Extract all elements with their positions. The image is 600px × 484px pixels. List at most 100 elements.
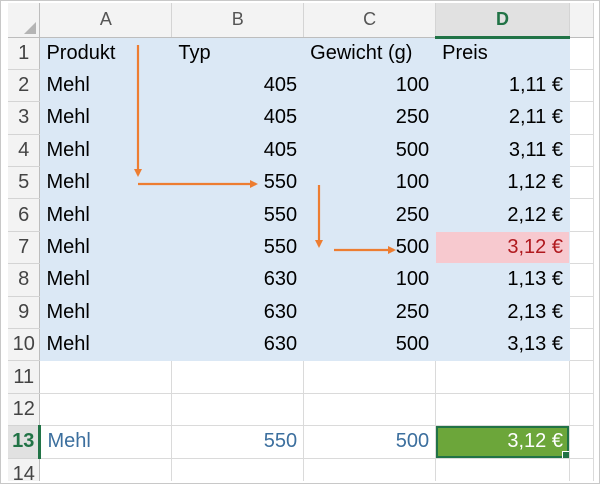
row-header-10[interactable]: 10 (8, 328, 41, 362)
sheet-row: 8 Mehl 630 100 1,13 € (8, 263, 594, 297)
column-header-c[interactable]: C (303, 3, 437, 38)
row-header-9[interactable]: 9 (8, 296, 41, 330)
row-header-6[interactable]: 6 (8, 198, 41, 232)
cell-c10[interactable]: 500 (303, 328, 437, 362)
cell-b1[interactable]: Typ (171, 37, 305, 70)
row-header-2[interactable]: 2 (8, 69, 41, 103)
column-header-b[interactable]: B (171, 3, 305, 38)
cell-a9[interactable]: Mehl (39, 296, 173, 330)
cell-e2[interactable] (569, 69, 594, 103)
cell-a14[interactable] (39, 458, 173, 481)
cell-c8[interactable]: 100 (303, 263, 437, 297)
cell-b9[interactable]: 630 (171, 296, 305, 330)
cell-c7[interactable]: 500 (303, 231, 437, 265)
cell-c11[interactable] (303, 360, 437, 394)
cell-d8[interactable]: 1,13 € (435, 263, 570, 297)
cell-e10[interactable] (569, 328, 594, 362)
cell-b4[interactable]: 405 (171, 134, 305, 168)
cell-a2[interactable]: Mehl (39, 69, 173, 103)
cell-e11[interactable] (569, 360, 594, 394)
cell-b11[interactable] (171, 360, 305, 394)
cell-c1[interactable]: Gewicht (g) (303, 37, 437, 70)
select-all-corner[interactable] (8, 3, 41, 38)
cell-e9[interactable] (569, 296, 594, 330)
row-header-5[interactable]: 5 (8, 166, 41, 200)
cell-c5[interactable]: 100 (303, 166, 437, 200)
cell-e13[interactable] (569, 425, 594, 459)
cell-b10[interactable]: 630 (171, 328, 305, 362)
row-header-1[interactable]: 1 (8, 37, 41, 70)
fill-handle[interactable] (561, 450, 569, 458)
sheet-row: 7 Mehl 550 500 3,12 € (8, 231, 594, 265)
cell-a3[interactable]: Mehl (39, 101, 173, 135)
cell-d14[interactable] (435, 458, 570, 481)
cell-a11[interactable] (39, 360, 173, 394)
cell-c3[interactable]: 250 (303, 101, 437, 135)
cell-e4[interactable] (569, 134, 594, 168)
row-header-7[interactable]: 7 (8, 231, 41, 265)
cell-c6[interactable]: 250 (303, 198, 437, 232)
cell-b12[interactable] (171, 393, 305, 427)
cell-d6[interactable]: 2,12 € (435, 198, 570, 232)
row-header-14[interactable]: 14 (8, 458, 41, 481)
cell-b6[interactable]: 550 (171, 198, 305, 232)
cell-b8[interactable]: 630 (171, 263, 305, 297)
cell-d7[interactable]: 3,12 € (435, 231, 570, 265)
cell-d4[interactable]: 3,11 € (435, 134, 570, 168)
cell-d3[interactable]: 2,11 € (435, 101, 570, 135)
cell-d9[interactable]: 2,13 € (435, 296, 570, 330)
cell-b3[interactable]: 405 (171, 101, 305, 135)
cell-b13[interactable]: 550 (171, 425, 305, 459)
cell-e7[interactable] (569, 231, 594, 265)
sheet-row: 9 Mehl 630 250 2,13 € (8, 296, 594, 330)
cell-c4[interactable]: 500 (303, 134, 437, 168)
cell-c13[interactable]: 500 (303, 425, 437, 459)
sheet-row: 5 Mehl 550 100 1,12 € (8, 166, 594, 200)
cell-c12[interactable] (303, 393, 437, 427)
cell-e6[interactable] (569, 198, 594, 232)
cell-a6[interactable]: Mehl (39, 198, 173, 232)
cell-c9[interactable]: 250 (303, 296, 437, 330)
cell-e1[interactable] (569, 37, 594, 70)
cell-d10[interactable]: 3,13 € (435, 328, 570, 362)
cell-e14[interactable] (569, 458, 594, 481)
cell-b2[interactable]: 405 (171, 69, 305, 103)
cell-d12[interactable] (435, 393, 570, 427)
cell-e5[interactable] (569, 166, 594, 200)
cell-b14[interactable] (171, 458, 305, 481)
cell-d1[interactable]: Preis (435, 37, 570, 70)
cell-a1[interactable]: Produkt (39, 37, 173, 70)
column-header-a[interactable]: A (39, 3, 173, 38)
cell-a7[interactable]: Mehl (39, 231, 173, 265)
spreadsheet-grid: A B C D 1 Produkt Typ Gewicht (g) Preis 2 Mehl… (8, 3, 594, 481)
cell-a8[interactable]: Mehl (39, 263, 173, 297)
row-header-12[interactable]: 12 (8, 393, 41, 427)
sheet-row: 10 Mehl 630 500 3,13 € (8, 328, 594, 362)
cell-e12[interactable] (569, 393, 594, 427)
cell-b7[interactable]: 550 (171, 231, 305, 265)
row-header-11[interactable]: 11 (8, 360, 41, 394)
cell-a5[interactable]: Mehl (39, 166, 173, 200)
cell-d5[interactable]: 1,12 € (435, 166, 570, 200)
cell-d2[interactable]: 1,11 € (435, 69, 570, 103)
cell-e3[interactable] (569, 101, 594, 135)
cell-b5[interactable]: 550 (171, 166, 305, 200)
cell-a10[interactable]: Mehl (39, 328, 173, 362)
cell-a12[interactable] (39, 393, 173, 427)
cell-d13[interactable]: 3,12 € (435, 425, 570, 459)
sheet-row: 12 (8, 393, 594, 427)
row-header-8[interactable]: 8 (8, 263, 41, 297)
cell-d11[interactable] (435, 360, 570, 394)
cell-c2[interactable]: 100 (303, 69, 437, 103)
cell-a13[interactable]: Mehl (39, 425, 173, 459)
cell-a4[interactable]: Mehl (39, 134, 173, 168)
cell-e8[interactable] (569, 263, 594, 297)
row-header-3[interactable]: 3 (8, 101, 41, 135)
row-header-4[interactable]: 4 (8, 134, 41, 168)
screenshot-frame: A B C D 1 Produkt Typ Gewicht (g) Preis 2 Mehl… (0, 0, 600, 484)
column-header-d[interactable]: D (435, 3, 570, 39)
column-header-row: A B C D (8, 3, 594, 39)
cell-c14[interactable] (303, 458, 437, 481)
row-header-13[interactable]: 13 (8, 425, 42, 459)
column-header-e-partial[interactable] (569, 3, 594, 38)
